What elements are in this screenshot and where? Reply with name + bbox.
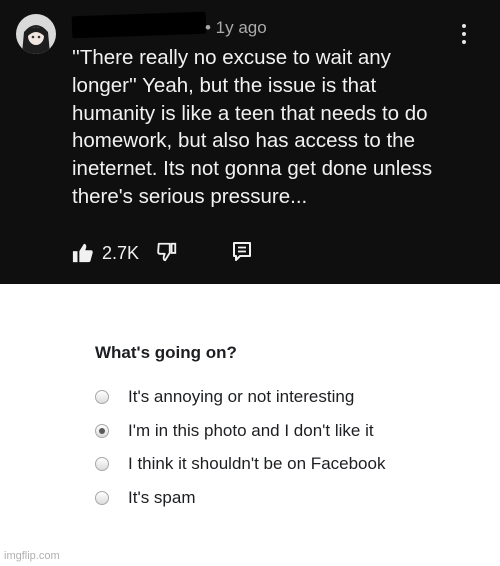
thumbs-up-icon[interactable] bbox=[72, 242, 94, 264]
report-option-spam[interactable]: It's spam bbox=[95, 487, 455, 509]
like-count: 2.7K bbox=[102, 243, 140, 263]
report-option-annoying[interactable]: It's annoying or not interesting bbox=[95, 386, 455, 408]
radio-button-icon[interactable] bbox=[95, 457, 109, 471]
report-option-shouldnt-be-on-facebook[interactable]: I think it shouldn't be on Facebook bbox=[95, 453, 455, 475]
comment-text: ''There really no excuse to wait any lon… bbox=[72, 46, 433, 208]
reply-icon[interactable] bbox=[232, 241, 252, 263]
radio-button-icon[interactable] bbox=[95, 491, 109, 505]
radio-button-selected-icon[interactable] bbox=[95, 424, 109, 438]
comment-actions: 2.7K bbox=[72, 240, 282, 270]
thumbs-down-icon[interactable] bbox=[156, 240, 178, 264]
report-option-label: I think it shouldn't be on Facebook bbox=[128, 454, 386, 473]
radio-button-icon[interactable] bbox=[95, 390, 109, 404]
report-title: What's going on? bbox=[95, 343, 237, 362]
watermark: imgflip.com bbox=[4, 550, 60, 562]
report-option-in-photo[interactable]: I'm in this photo and I don't like it bbox=[95, 420, 455, 442]
report-option-label: It's annoying or not interesting bbox=[128, 387, 355, 406]
report-option-label: I'm in this photo and I don't like it bbox=[128, 421, 374, 440]
comment-timestamp: • 1y ago bbox=[205, 18, 267, 37]
comment-panel: • 1y ago ''There really no excuse to wai… bbox=[0, 0, 500, 284]
redacted-username bbox=[71, 11, 207, 39]
avatar-icon[interactable] bbox=[16, 14, 56, 54]
report-option-label: It's spam bbox=[128, 488, 196, 507]
